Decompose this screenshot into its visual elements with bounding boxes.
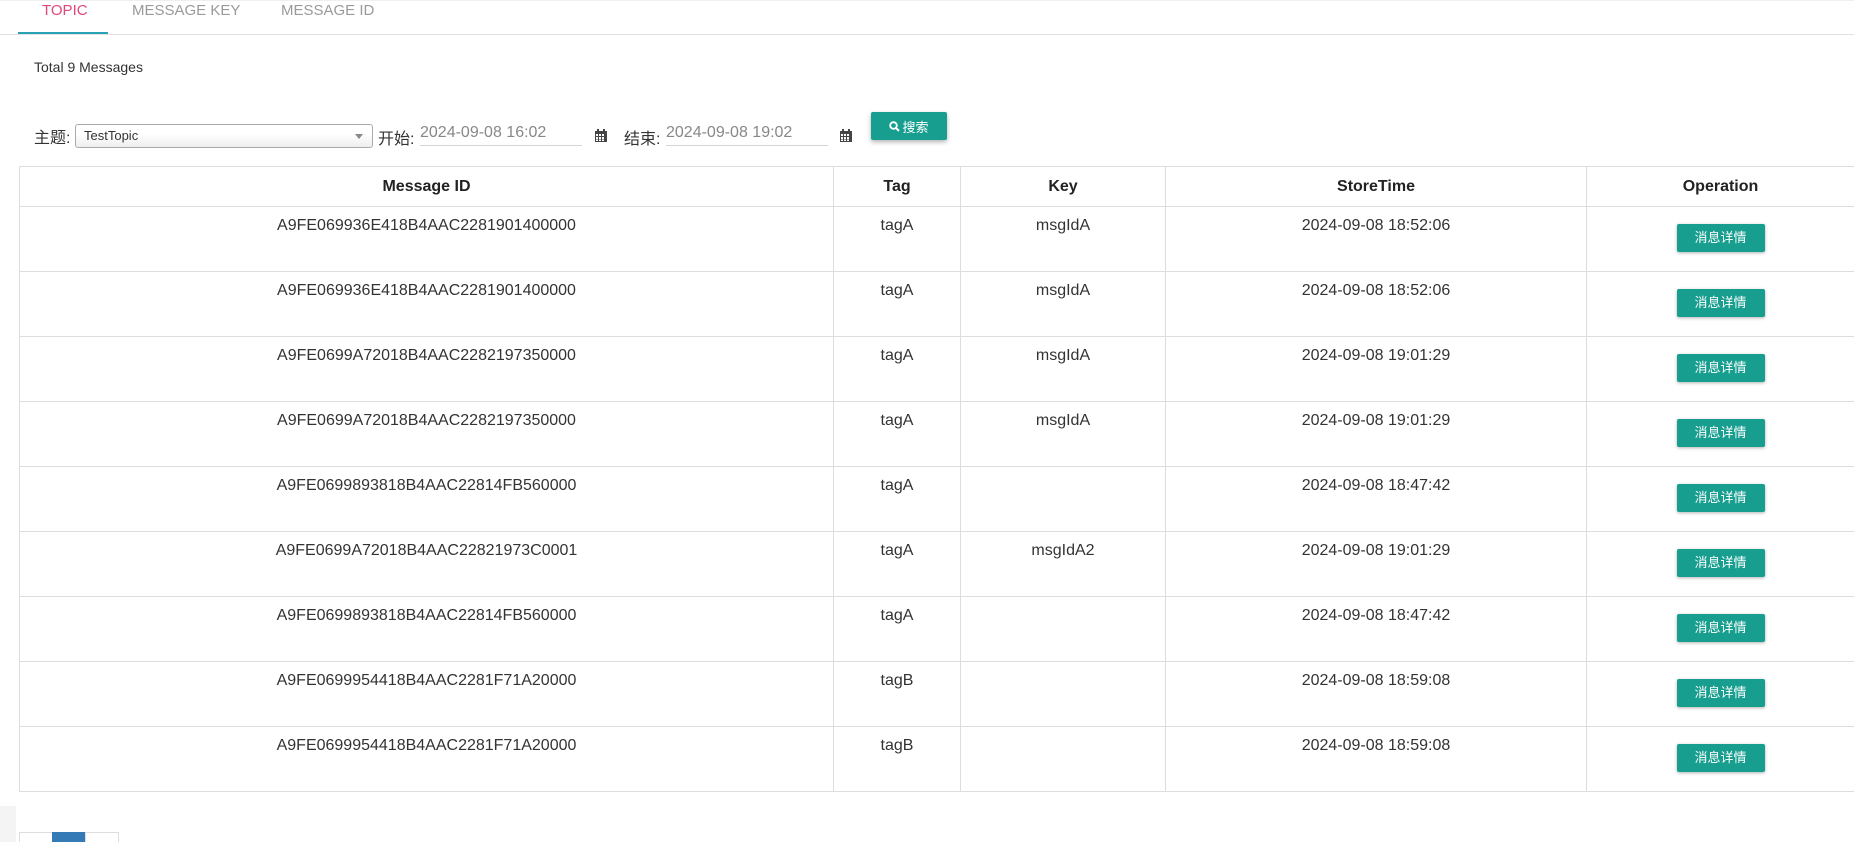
pagination-prev-button[interactable] — [19, 832, 53, 842]
end-label: 结束: — [624, 131, 661, 148]
message-query-page: TOPIC MESSAGE KEY MESSAGE ID Total 9 Mes… — [0, 0, 1854, 842]
table-row: A9FE0699954418B4AAC2281F71A20000 tagB 20… — [19, 726, 1854, 792]
key-cell — [960, 726, 1166, 792]
start-time-input[interactable] — [420, 120, 582, 146]
tag-cell: tagA — [833, 401, 961, 467]
tag-cell: tagA — [833, 466, 961, 532]
message-id-cell: A9FE0699954418B4AAC2281F71A20000 — [19, 726, 834, 792]
topic-label: 主题: — [34, 130, 71, 147]
store-time-cell: 2024-09-08 18:52:06 — [1165, 206, 1587, 272]
message-id-cell: A9FE0699893818B4AAC22814FB560000 — [19, 466, 834, 532]
total-messages-text: Total 9 Messages — [34, 59, 143, 75]
tab-bar: TOPIC MESSAGE KEY MESSAGE ID — [0, 0, 1854, 35]
store-time-cell: 2024-09-08 18:52:06 — [1165, 271, 1587, 337]
search-icon — [889, 120, 901, 132]
message-id-cell: A9FE0699A72018B4AAC2282197350000 — [19, 401, 834, 467]
table-header-row: Message ID Tag Key StoreTime Operation — [19, 166, 1854, 207]
end-time-input[interactable] — [666, 120, 828, 146]
topic-select-value: TestTopic — [84, 128, 139, 143]
key-cell: msgIdA — [960, 206, 1166, 272]
message-detail-button[interactable]: 消息详情 — [1676, 679, 1765, 707]
operation-cell: 消息详情 — [1586, 206, 1854, 272]
tag-cell: tagB — [833, 661, 961, 727]
pagination-page-current[interactable] — [52, 832, 86, 842]
message-id-cell: A9FE069936E418B4AAC2281901400000 — [19, 271, 834, 337]
message-detail-button[interactable]: 消息详情 — [1676, 549, 1765, 577]
chevron-down-icon — [355, 134, 363, 139]
key-cell — [960, 661, 1166, 727]
column-header-operation: Operation — [1586, 166, 1854, 207]
operation-cell: 消息详情 — [1586, 726, 1854, 792]
message-id-cell: A9FE0699893818B4AAC22814FB560000 — [19, 596, 834, 662]
message-detail-button[interactable]: 消息详情 — [1676, 744, 1765, 772]
active-tab-indicator — [18, 32, 108, 34]
table-row: A9FE0699A72018B4AAC22821973C0001 tagA ms… — [19, 531, 1854, 597]
message-id-cell: A9FE0699A72018B4AAC22821973C0001 — [19, 531, 834, 597]
operation-cell: 消息详情 — [1586, 596, 1854, 662]
operation-cell: 消息详情 — [1586, 401, 1854, 467]
calendar-icon[interactable] — [839, 129, 853, 143]
message-id-cell: A9FE0699954418B4AAC2281F71A20000 — [19, 661, 834, 727]
tag-cell: tagA — [833, 596, 961, 662]
key-cell: msgIdA — [960, 401, 1166, 467]
tab-message-id[interactable]: MESSAGE ID — [281, 1, 374, 34]
message-table: Message ID Tag Key StoreTime Operation A… — [19, 166, 1854, 792]
table-row: A9FE069936E418B4AAC2281901400000 tagA ms… — [19, 206, 1854, 272]
message-detail-button[interactable]: 消息详情 — [1676, 224, 1765, 252]
key-cell — [960, 596, 1166, 662]
tag-cell: tagA — [833, 271, 961, 337]
message-id-cell: A9FE0699A72018B4AAC2282197350000 — [19, 336, 834, 402]
search-button-label: 搜索 — [902, 119, 929, 135]
table-row: A9FE0699954418B4AAC2281F71A20000 tagB 20… — [19, 661, 1854, 727]
column-header-message-id: Message ID — [19, 166, 834, 207]
store-time-cell: 2024-09-08 19:01:29 — [1165, 401, 1587, 467]
search-button[interactable]: 搜索 — [871, 112, 947, 140]
key-cell: msgIdA2 — [960, 531, 1166, 597]
key-cell: msgIdA — [960, 336, 1166, 402]
tag-cell: tagB — [833, 726, 961, 792]
tag-cell: tagA — [833, 336, 961, 402]
operation-cell: 消息详情 — [1586, 531, 1854, 597]
page-edge-shade — [0, 806, 16, 842]
tag-cell: tagA — [833, 206, 961, 272]
message-detail-button[interactable]: 消息详情 — [1676, 484, 1765, 512]
key-cell — [960, 466, 1166, 532]
start-label: 开始: — [378, 131, 415, 148]
message-detail-button[interactable]: 消息详情 — [1676, 289, 1765, 317]
column-header-tag: Tag — [833, 166, 961, 207]
store-time-cell: 2024-09-08 19:01:29 — [1165, 531, 1587, 597]
store-time-cell: 2024-09-08 18:59:08 — [1165, 726, 1587, 792]
store-time-cell: 2024-09-08 19:01:29 — [1165, 336, 1587, 402]
column-header-store-time: StoreTime — [1165, 166, 1587, 207]
message-detail-button[interactable]: 消息详情 — [1676, 614, 1765, 642]
tag-cell: tagA — [833, 531, 961, 597]
table-row: A9FE0699893818B4AAC22814FB560000 tagA 20… — [19, 466, 1854, 532]
operation-cell: 消息详情 — [1586, 661, 1854, 727]
topic-select[interactable]: TestTopic — [75, 124, 373, 148]
store-time-cell: 2024-09-08 18:47:42 — [1165, 466, 1587, 532]
key-cell: msgIdA — [960, 271, 1166, 337]
calendar-icon[interactable] — [594, 129, 608, 143]
tab-message-key[interactable]: MESSAGE KEY — [132, 1, 240, 34]
table-row: A9FE0699A72018B4AAC2282197350000 tagA ms… — [19, 336, 1854, 402]
table-row: A9FE0699893818B4AAC22814FB560000 tagA 20… — [19, 596, 1854, 662]
pagination — [19, 832, 119, 842]
operation-cell: 消息详情 — [1586, 466, 1854, 532]
table-row: A9FE0699A72018B4AAC2282197350000 tagA ms… — [19, 401, 1854, 467]
column-header-key: Key — [960, 166, 1166, 207]
message-id-cell: A9FE069936E418B4AAC2281901400000 — [19, 206, 834, 272]
store-time-cell: 2024-09-08 18:47:42 — [1165, 596, 1587, 662]
message-detail-button[interactable]: 消息详情 — [1676, 354, 1765, 382]
table-row: A9FE069936E418B4AAC2281901400000 tagA ms… — [19, 271, 1854, 337]
operation-cell: 消息详情 — [1586, 271, 1854, 337]
message-detail-button[interactable]: 消息详情 — [1676, 419, 1765, 447]
store-time-cell: 2024-09-08 18:59:08 — [1165, 661, 1587, 727]
tab-topic[interactable]: TOPIC — [42, 1, 88, 34]
operation-cell: 消息详情 — [1586, 336, 1854, 402]
pagination-next-button[interactable] — [85, 832, 119, 842]
